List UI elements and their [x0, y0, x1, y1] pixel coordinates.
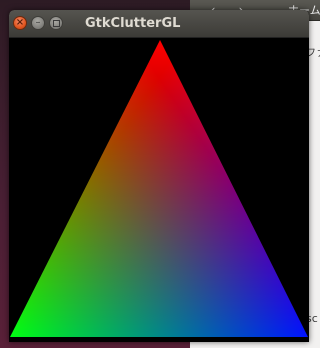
- maximize-icon: [52, 19, 60, 27]
- gl-canvas[interactable]: [9, 38, 309, 342]
- gl-triangle-scene: [9, 38, 309, 342]
- gtk-clutter-gl-window[interactable]: × – GtkClutterGL: [9, 10, 309, 342]
- minimize-button[interactable]: –: [31, 16, 45, 30]
- minimize-icon: –: [35, 17, 41, 28]
- window-titlebar[interactable]: × – GtkClutterGL: [9, 10, 309, 38]
- close-icon: ×: [15, 17, 25, 28]
- window-title: GtkClutterGL: [85, 16, 181, 31]
- close-button[interactable]: ×: [13, 16, 27, 30]
- maximize-button[interactable]: [49, 16, 63, 30]
- desktop: ‹ › ホーム ファ sc × – GtkC: [0, 0, 320, 348]
